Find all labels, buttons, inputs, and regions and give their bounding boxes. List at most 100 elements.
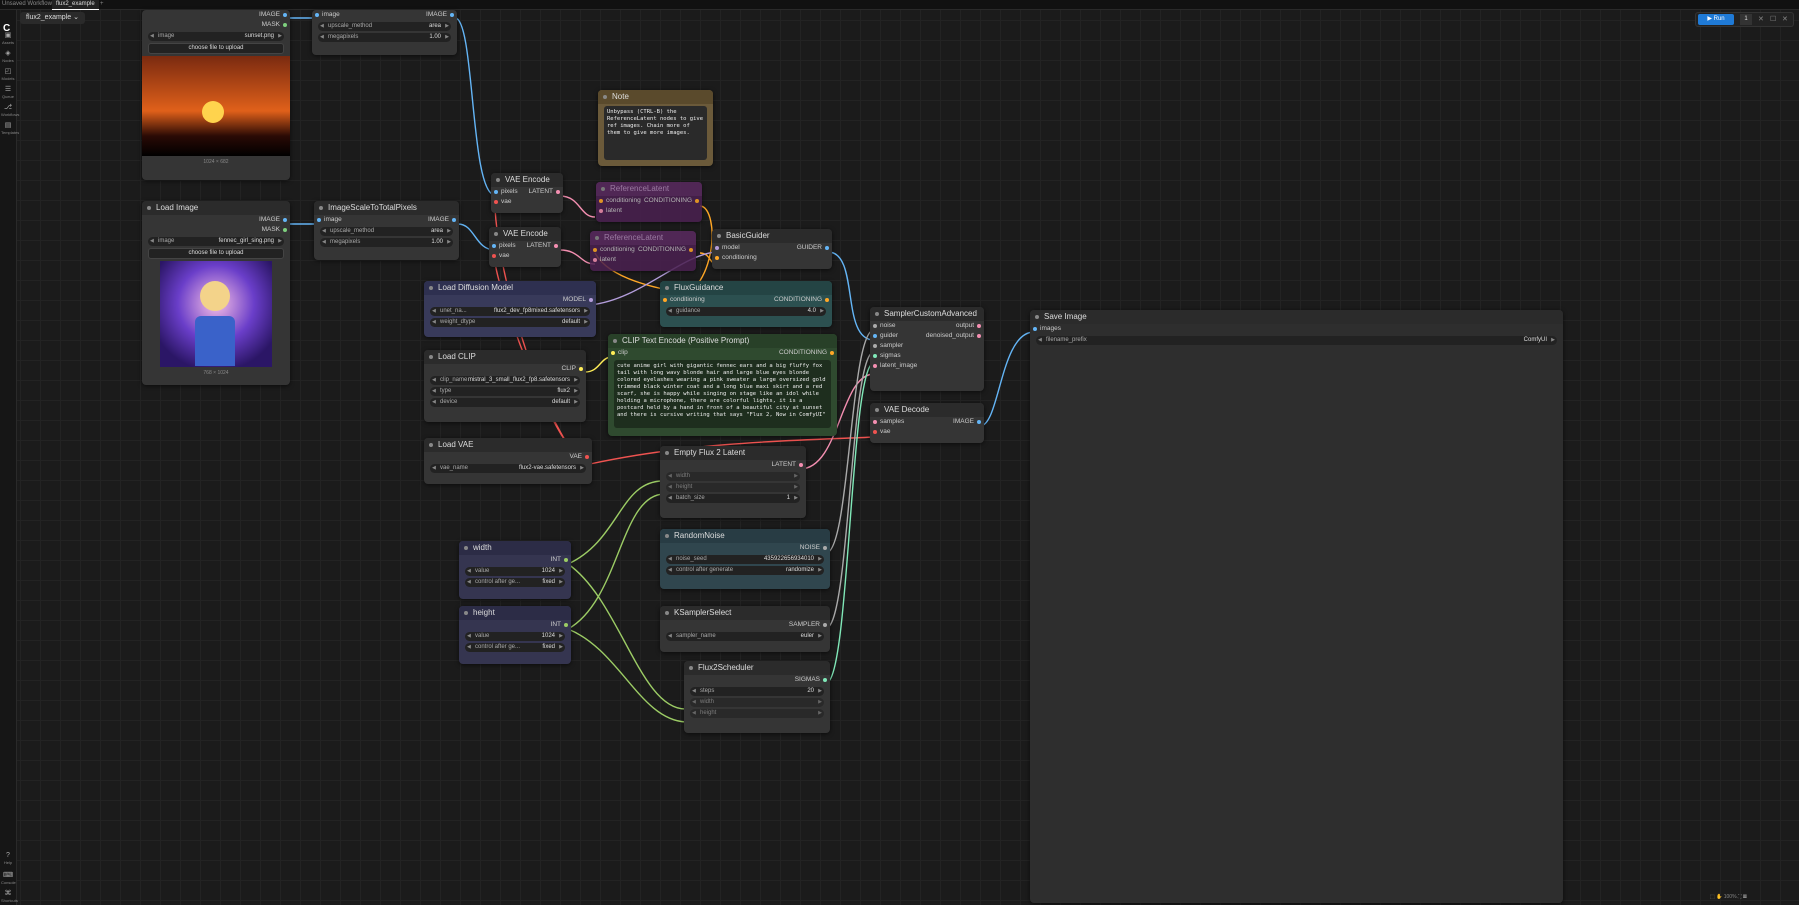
node-title[interactable]: ReferenceLatent [590,231,696,245]
output-conditioning-slot[interactable] [830,351,834,355]
width-input-widget[interactable]: width [690,698,824,707]
output-image-slot[interactable] [450,13,454,17]
node-ksampler-select[interactable]: KSamplerSelect SAMPLER sampler_name euler [660,606,830,652]
workflow-title-dropdown[interactable]: flux2_example ⌄ [20,12,85,24]
tab-unsaved-workflow[interactable]: Unsaved Workflow [2,1,52,7]
height-input-widget[interactable]: height [666,483,800,492]
output-image-slot[interactable] [283,218,287,222]
sidebar-item-nodes[interactable]: ◈ Nodes [1,50,15,63]
output-mask-slot[interactable] [283,23,287,27]
sidebar-item-help[interactable]: ? Help [1,852,15,865]
node-title[interactable]: Note [598,90,713,104]
weight-dtype-widget[interactable]: weight_dtype default [430,318,590,327]
node-title[interactable]: ImageScaleToTotalPixels [314,201,459,215]
input-latent-slot[interactable] [599,209,603,213]
node-load-diffusion-model[interactable]: Load Diffusion Model MODEL unet_na... flu… [424,281,596,337]
width-value-widget[interactable]: value 1024 [465,567,565,576]
output-output-slot[interactable] [977,324,981,328]
output-guider-slot[interactable] [825,246,829,250]
output-image-slot[interactable] [977,420,981,424]
node-title[interactable]: KSamplerSelect [660,606,830,620]
node-title[interactable]: VAE Encode [489,227,561,241]
guidance-widget[interactable]: guidance 4.0 [666,307,826,316]
input-samples-slot[interactable] [873,420,877,424]
select-mode-icon[interactable]: ⬚ [1710,894,1715,900]
output-conditioning-slot[interactable] [825,298,829,302]
input-latent-slot[interactable] [593,258,597,262]
height-value-widget[interactable]: value 1024 [465,632,565,641]
prompt-textarea[interactable]: cute anime girl with gigantic fennec ear… [614,360,831,428]
output-noise-slot[interactable] [823,546,827,550]
output-model-slot[interactable] [589,298,593,302]
node-title[interactable]: SamplerCustomAdvanced [870,307,984,321]
node-flux-guidance[interactable]: FluxGuidance conditioning CONDITIONING gu… [660,281,832,327]
zoom-level[interactable]: 100% [1724,894,1737,900]
output-sampler-slot[interactable] [823,623,827,627]
node-title[interactable]: ReferenceLatent [596,182,702,196]
node-vae-decode[interactable]: VAE Decode samples IMAGE vae [870,403,984,443]
node-title[interactable]: Save Image [1030,310,1563,324]
node-title[interactable]: Load VAE [424,438,592,452]
node-title[interactable]: FluxGuidance [660,281,832,295]
node-vae-encode-1[interactable]: VAE Encode pixels LATENT vae [491,173,563,213]
input-image-slot[interactable] [315,13,319,17]
noise-seed-widget[interactable]: noise_seed 435922656934010 [666,555,824,564]
node-reference-latent-2[interactable]: ReferenceLatent conditioning CONDITIONING… [590,231,696,271]
node-reference-latent-1[interactable]: ReferenceLatent conditioning CONDITIONING… [596,182,702,222]
output-conditioning-slot[interactable] [689,248,693,252]
node-note[interactable]: Note Unbypass (CTRL-B) the ReferenceLate… [598,90,713,166]
node-title[interactable]: VAE Decode [870,403,984,417]
filename-prefix-widget[interactable]: filename_prefix ComfyUI [1036,336,1557,345]
input-clip-slot[interactable] [611,351,615,355]
megapixels-widget[interactable]: megapixels 1.00 [320,238,453,247]
sidebar-item-workflows[interactable]: ⎇ Workflows [1,104,19,117]
node-height-primitive[interactable]: height INT value 1024 control after ge...… [459,606,571,664]
input-vae-slot[interactable] [873,430,877,434]
input-image-slot[interactable] [317,218,321,222]
input-conditioning-slot[interactable] [663,298,667,302]
node-title[interactable]: Flux2Scheduler [684,661,830,675]
node-title[interactable]: Load Diffusion Model [424,281,596,295]
input-vae-slot[interactable] [494,200,498,204]
clip-device-widget[interactable]: device default [430,398,580,407]
node-vae-encode-2[interactable]: VAE Encode pixels LATENT vae [489,227,561,267]
output-denoised-slot[interactable] [977,334,981,338]
clip-type-widget[interactable]: type flux2 [430,387,580,396]
toggle-panel-icon[interactable]: ☐ [1770,15,1776,23]
output-latent-slot[interactable] [554,244,558,248]
node-title[interactable]: RandomNoise [660,529,830,543]
add-tab-button[interactable]: + [100,1,104,7]
node-image-scale-2[interactable]: ImageScaleToTotalPixels image IMAGE upsca… [314,201,459,260]
sidebar-item-console[interactable]: ⌨ Console [1,872,16,885]
node-title[interactable]: Load CLIP [424,350,586,364]
sidebar-item-queue[interactable]: ☰ Queue [1,86,15,99]
batch-count-input[interactable]: 1 [1740,14,1752,25]
node-width-primitive[interactable]: width INT value 1024 control after ge... f… [459,541,571,599]
output-latent-slot[interactable] [556,190,560,194]
sidebar-item-assets[interactable]: ▣ Assets [1,32,15,45]
upscale-method-widget[interactable]: upscale_method area [320,227,453,236]
output-mask-slot[interactable] [283,228,287,232]
sidebar-item-shortcuts[interactable]: ⌘ Shortcuts [1,890,18,903]
input-sampler-slot[interactable] [873,344,877,348]
output-conditioning-slot[interactable] [695,199,699,203]
clip-name-widget[interactable]: clip_namemistral_3_small_flux2_fp8.safet… [430,376,580,385]
input-guider-slot[interactable] [873,334,877,338]
control-after-generate-widget[interactable]: control after generate randomize [666,566,824,575]
width-input-widget[interactable]: width [666,472,800,481]
output-clip-slot[interactable] [579,367,583,371]
node-title[interactable]: Empty Flux 2 Latent [660,446,806,460]
sidebar-item-models[interactable]: ◰ Models [1,68,15,81]
output-sigmas-slot[interactable] [823,678,827,682]
input-model-slot[interactable] [715,246,719,250]
input-images-slot[interactable] [1033,327,1037,331]
sampler-name-widget[interactable]: sampler_name euler [666,632,824,641]
output-image-slot[interactable] [283,13,287,17]
input-pixels-slot[interactable] [492,244,496,248]
input-conditioning-slot[interactable] [715,256,719,260]
upload-button[interactable]: choose file to upload [148,43,284,54]
output-latent-slot[interactable] [799,463,803,467]
node-empty-flux2-latent[interactable]: Empty Flux 2 Latent LATENT width height … [660,446,806,518]
batch-size-widget[interactable]: batch_size 1 [666,494,800,503]
node-load-vae[interactable]: Load VAE VAE vae_name flux2-vae.safetenso… [424,438,592,484]
